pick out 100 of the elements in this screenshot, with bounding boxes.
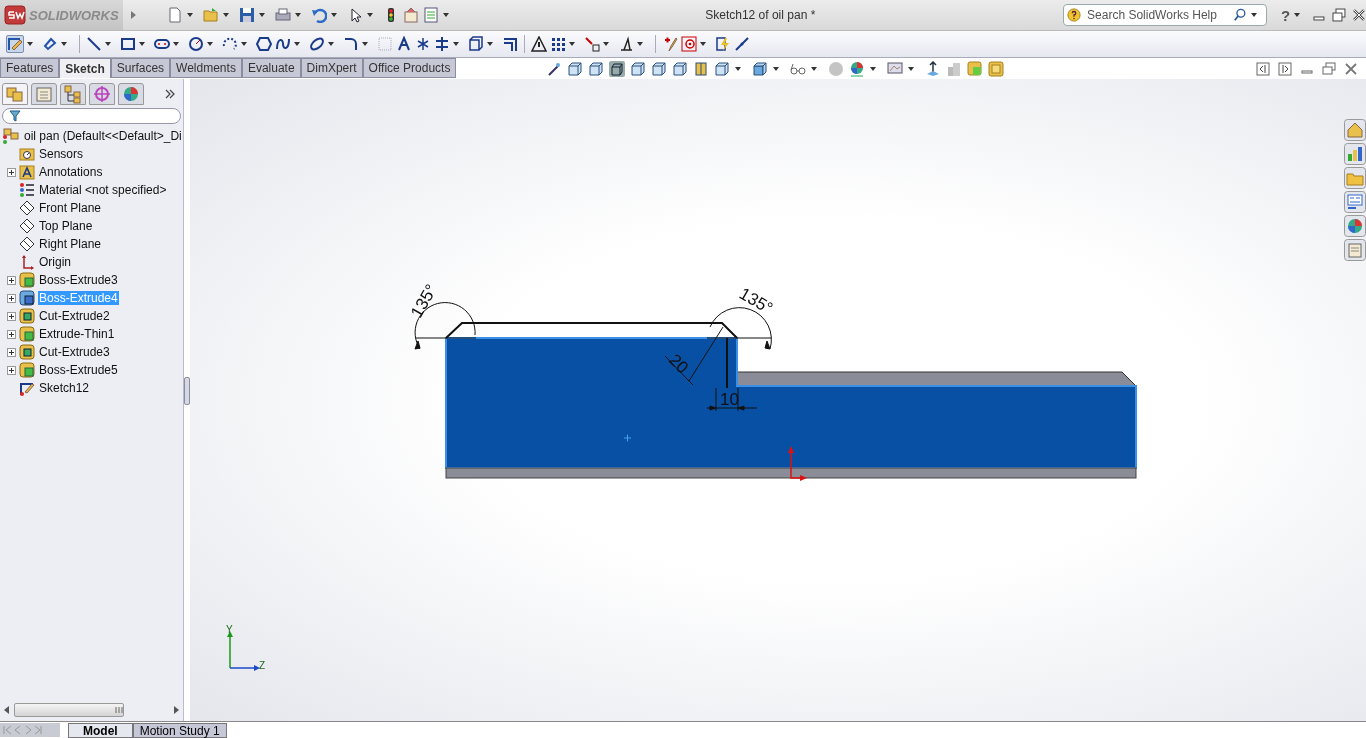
offset-icon[interactable]: [468, 36, 484, 52]
scrollbar-thumb[interactable]: [14, 703, 124, 717]
caret-icon[interactable]: [27, 42, 33, 46]
cube-icon[interactable]: [588, 60, 604, 77]
caret-icon[interactable]: [908, 66, 914, 71]
command-tab[interactable]: Evaluate: [241, 58, 301, 78]
caret-icon[interactable]: [61, 42, 67, 46]
caret-icon[interactable]: [870, 66, 876, 71]
curve-icon[interactable]: [275, 36, 291, 52]
split-right-icon[interactable]: [1278, 61, 1292, 76]
caret-icon[interactable]: [223, 13, 230, 17]
caret-icon[interactable]: [637, 42, 643, 46]
tree-item[interactable]: Boss-Extrude5: [38, 363, 119, 377]
restore-icon[interactable]: [1322, 61, 1336, 76]
expand-icon[interactable]: [7, 329, 16, 339]
caret-icon[interactable]: [735, 66, 741, 71]
chevron-right-icon[interactable]: [165, 89, 175, 99]
options-icon[interactable]: [403, 7, 420, 23]
help-button[interactable]: ?: [1277, 6, 1295, 24]
scroll-right-icon[interactable]: [173, 706, 179, 714]
caret-icon[interactable]: [700, 42, 706, 46]
caret-icon[interactable]: [1251, 13, 1258, 17]
command-tab[interactable]: Sketch: [59, 58, 111, 78]
move-icon[interactable]: [584, 36, 600, 52]
undo-icon[interactable]: [311, 7, 328, 23]
tree-item[interactable]: Sensors: [38, 147, 85, 161]
caret-icon[interactable]: [367, 13, 374, 17]
section-icon[interactable]: [693, 60, 709, 77]
tree-item[interactable]: Cut-Extrude3: [38, 345, 111, 359]
expand-icon[interactable]: [7, 311, 16, 321]
axis-icon[interactable]: [925, 60, 941, 77]
expand-icon[interactable]: [7, 275, 16, 285]
cube-icon[interactable]: [651, 60, 667, 77]
expand-icon[interactable]: [7, 167, 16, 177]
ellipse-icon[interactable]: [309, 36, 325, 52]
filter-field[interactable]: [2, 108, 181, 124]
command-tab[interactable]: Surfaces: [110, 58, 171, 78]
printer-icon[interactable]: [275, 7, 292, 23]
command-tab[interactable]: Office Products: [362, 58, 457, 78]
fillet-icon[interactable]: [343, 36, 359, 52]
caret-icon[interactable]: [295, 13, 302, 17]
caret-icon[interactable]: [259, 13, 266, 17]
expand-arrow-icon[interactable]: [129, 10, 138, 20]
caret-icon[interactable]: [105, 42, 111, 46]
tree-item[interactable]: Sketch12: [38, 381, 91, 395]
crosshair-icon[interactable]: [89, 83, 115, 105]
tree-item[interactable]: Top Plane: [38, 219, 94, 233]
checklist-icon[interactable]: [423, 7, 440, 23]
expand-icon[interactable]: [7, 347, 16, 357]
save-icon[interactable]: [239, 7, 256, 23]
caret-icon[interactable]: [443, 13, 450, 17]
letter-icon[interactable]: [396, 36, 412, 52]
close-icon[interactable]: [1352, 8, 1366, 22]
trim-icon[interactable]: [434, 36, 450, 52]
search-field[interactable]: Search SolidWorks Help: [1063, 4, 1268, 26]
restore-icon[interactable]: [1332, 8, 1347, 22]
caret-icon[interactable]: [487, 42, 493, 46]
arc-icon[interactable]: [222, 36, 238, 52]
clipboard-icon[interactable]: [1344, 239, 1366, 261]
tree-item[interactable]: Right Plane: [38, 237, 103, 251]
tree-item[interactable]: Annotations: [38, 165, 104, 179]
sketch-pencil-icon[interactable]: [6, 35, 24, 53]
caret-icon[interactable]: [207, 42, 213, 46]
monitor-icon[interactable]: [887, 60, 903, 77]
home-icon[interactable]: [1344, 119, 1366, 141]
cube-icon[interactable]: [752, 60, 768, 77]
tree-item[interactable]: Cut-Extrude2: [38, 309, 111, 323]
wand-icon[interactable]: [546, 60, 562, 77]
caret-icon[interactable]: [241, 42, 247, 46]
warning-icon[interactable]: [531, 36, 547, 52]
caret-icon[interactable]: [362, 42, 368, 46]
dot-grid-icon[interactable]: [550, 36, 566, 52]
caret-icon[interactable]: [453, 42, 459, 46]
command-tab[interactable]: DimXpert: [300, 58, 363, 78]
appearance-icon[interactable]: [849, 60, 865, 77]
cube-icon[interactable]: [672, 60, 688, 77]
command-tab[interactable]: Features: [0, 58, 60, 78]
expand-icon[interactable]: [7, 293, 16, 303]
caret-icon[interactable]: [294, 42, 300, 46]
cube-icon[interactable]: [714, 60, 730, 77]
caret-icon[interactable]: [331, 13, 338, 17]
scroll-left-icon[interactable]: [4, 706, 10, 714]
cube-icon[interactable]: [630, 60, 646, 77]
configuration-icon[interactable]: [60, 83, 86, 105]
pencil-plus-icon[interactable]: [662, 36, 678, 52]
line-icon[interactable]: [86, 36, 102, 52]
expand-icon[interactable]: [7, 365, 16, 375]
caret-icon[interactable]: [328, 42, 334, 46]
lightning-icon[interactable]: [715, 36, 731, 52]
tree-item[interactable]: Boss-Extrude3: [38, 273, 119, 287]
sketch-line-icon[interactable]: [734, 36, 750, 52]
cube-icon[interactable]: [567, 60, 583, 77]
caret-icon[interactable]: [1294, 13, 1301, 17]
angle-dimension-text[interactable]: 135°: [736, 284, 776, 319]
slot-icon[interactable]: [154, 36, 170, 52]
caret-icon[interactable]: [811, 66, 817, 71]
panel-collapse-handle[interactable]: [184, 377, 190, 405]
caret-icon[interactable]: [139, 42, 145, 46]
appearance-icon[interactable]: [118, 83, 144, 105]
caret-icon[interactable]: [187, 13, 194, 17]
